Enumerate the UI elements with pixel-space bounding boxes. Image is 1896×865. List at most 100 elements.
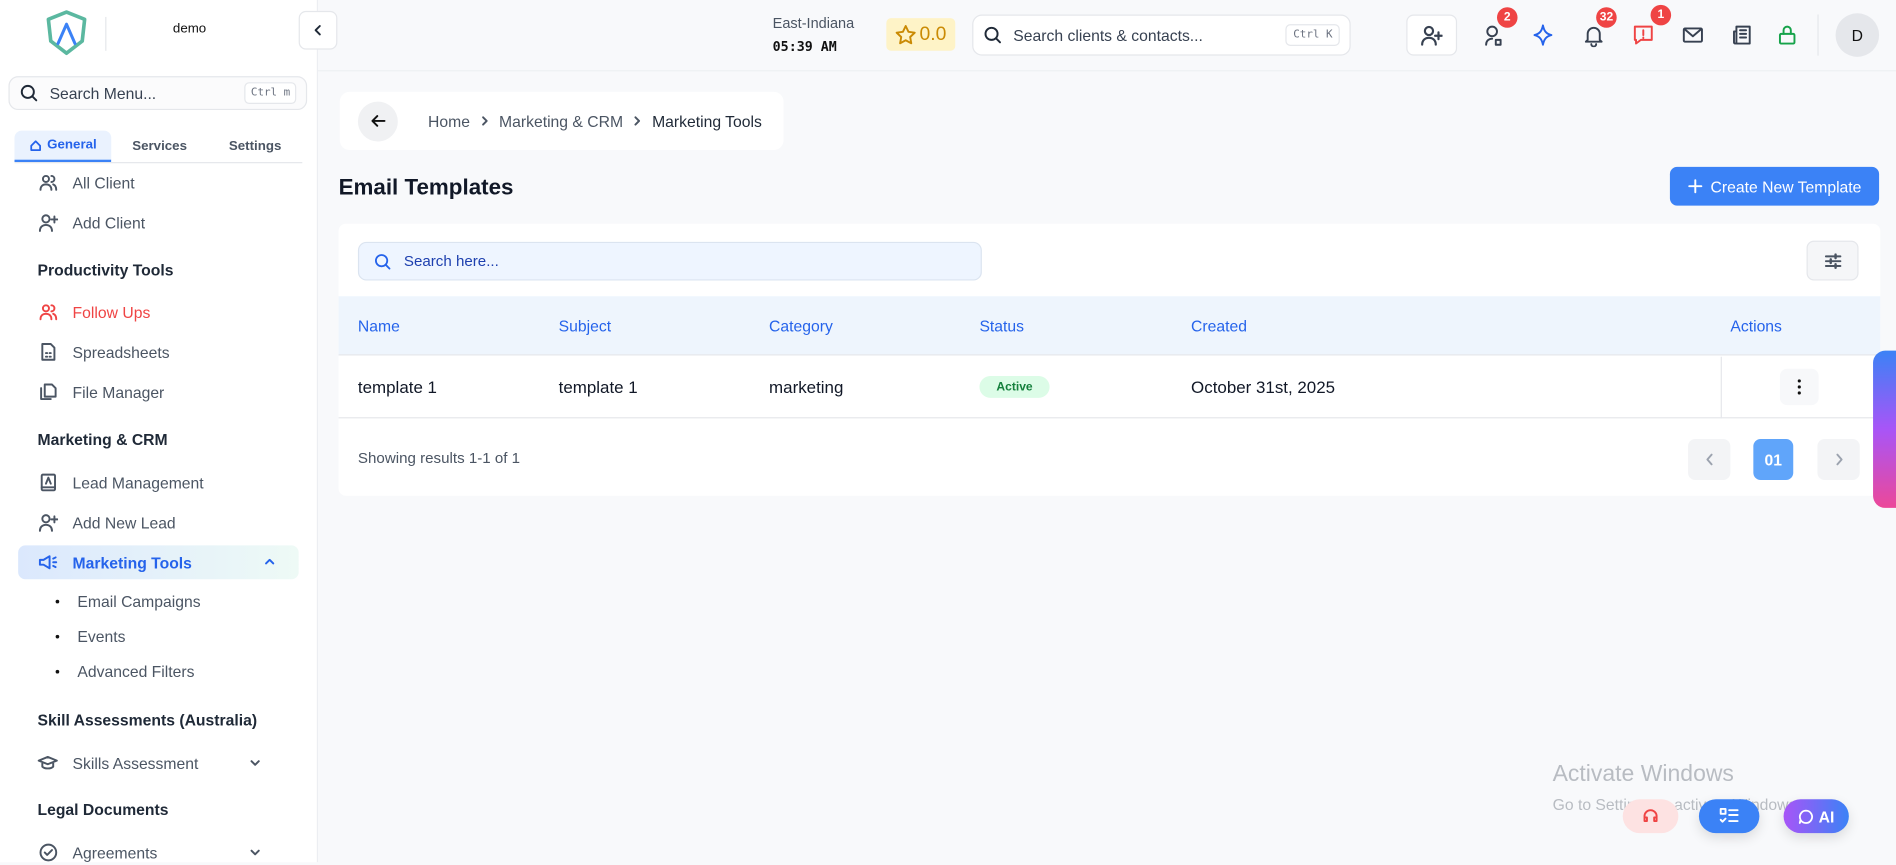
label: Skills Assessment [72, 753, 199, 773]
rating-badge[interactable]: 0.0 [886, 18, 956, 51]
column-header-category[interactable]: Category [769, 317, 833, 335]
cell-category: marketing [769, 377, 844, 397]
column-header-status[interactable]: Status [979, 317, 1024, 335]
label: Email Campaigns [77, 592, 201, 611]
menu-search-input[interactable]: Search Menu... Ctrl m [8, 76, 308, 111]
user-plus-icon [37, 512, 58, 533]
label: Lead Management [72, 473, 204, 492]
divider [1817, 14, 1819, 56]
plus-icon [1687, 179, 1703, 194]
breadcrumb: Home Marketing & CRM Marketing Tools [339, 91, 784, 150]
sidebar-item-add-new-lead[interactable]: Add New Lead [37, 510, 176, 534]
label: Add Client [72, 213, 146, 232]
users-icon [37, 302, 58, 323]
page-button-current[interactable]: 01 [1753, 438, 1794, 481]
badge: 1 [1650, 4, 1672, 26]
sidebar-subitem-email-campaigns[interactable]: Email Campaigns [56, 592, 201, 611]
label: All Client [72, 173, 135, 192]
status-badge: Active [979, 376, 1050, 398]
label: Follow Ups [72, 302, 151, 322]
divider [105, 16, 107, 51]
breadcrumb-marketing-crm[interactable]: Marketing & CRM [499, 112, 623, 130]
message-alert-icon [1631, 23, 1655, 47]
menu-search-placeholder: Search Menu... [49, 84, 157, 103]
next-page-button[interactable] [1817, 438, 1860, 481]
sidebar-item-add-client[interactable]: Add Client [37, 210, 145, 234]
label: Marketing Tools [72, 553, 192, 572]
filter-button[interactable] [1806, 240, 1859, 281]
sidebar: demo Search Menu... Ctrl m General Servi… [0, 0, 319, 864]
tab-general[interactable]: General [14, 130, 112, 163]
collapse-sidebar-button[interactable] [298, 10, 338, 50]
sidebar-item-follow-ups[interactable]: Follow Ups [37, 300, 150, 324]
support-button[interactable] [1622, 799, 1679, 834]
sidebar-item-agreements[interactable]: Agreements [37, 840, 279, 864]
side-drawer-handle[interactable] [1873, 350, 1896, 508]
chat-icon [1798, 808, 1814, 824]
user-plus-icon [1421, 24, 1443, 46]
sidebar-item-lead-management[interactable]: Lead Management [37, 470, 204, 494]
mail-icon [1681, 23, 1705, 47]
column-header-subject[interactable]: Subject [559, 317, 611, 335]
label: Events [77, 627, 126, 646]
results-summary: Showing results 1-1 of 1 [357, 449, 521, 467]
timezone: East-Indiana [772, 14, 855, 32]
back-button[interactable] [357, 100, 398, 141]
cell-subject: template 1 [558, 377, 638, 397]
user-plus-icon [37, 212, 58, 233]
ai-assistant-button[interactable]: AI [1783, 799, 1849, 834]
add-contact-button[interactable] [1406, 14, 1458, 56]
chevron-up-icon [262, 554, 277, 569]
messages-button[interactable]: 1 [1631, 4, 1672, 47]
row-actions-button[interactable] [1779, 368, 1819, 406]
button-label: AI [1818, 807, 1835, 826]
tabs-divider [14, 162, 303, 164]
sidebar-item-skills-assessment[interactable]: Skills Assessment [37, 751, 279, 775]
contact-book-icon [37, 472, 58, 493]
lock-icon [1775, 23, 1799, 47]
contacts-button[interactable]: 2 [1481, 7, 1518, 47]
lock-button[interactable] [1775, 23, 1799, 47]
tab-label: General [47, 137, 97, 153]
sidebar-item-spreadsheets[interactable]: Spreadsheets [37, 340, 170, 364]
tab-settings[interactable]: Settings [208, 131, 302, 162]
user-avatar[interactable]: D [1835, 13, 1880, 57]
create-template-button[interactable]: Create New Template [1669, 166, 1880, 206]
cell-name: template 1 [357, 377, 437, 397]
tab-services[interactable]: Services [111, 131, 208, 162]
label: Agreements [72, 843, 158, 862]
news-button[interactable] [1730, 23, 1754, 47]
notifications-button[interactable]: 32 [1582, 7, 1617, 48]
mail-button[interactable] [1681, 23, 1705, 47]
search-icon [983, 25, 1002, 44]
page-title: Email Templates [338, 174, 514, 200]
home-icon [29, 138, 42, 151]
section-heading: Productivity Tools [37, 261, 174, 280]
chevron-right-icon [1833, 452, 1845, 467]
breadcrumb-home[interactable]: Home [428, 112, 470, 130]
arrow-left-icon [368, 111, 387, 130]
star-icon [895, 24, 917, 46]
column-header-created[interactable]: Created [1191, 317, 1247, 335]
badge: 2 [1496, 7, 1518, 28]
template-search-input[interactable]: Search here... [357, 241, 982, 281]
global-search-input[interactable]: Search clients & contacts... Ctrl K [972, 14, 1351, 56]
search-icon [19, 83, 38, 102]
sidebar-item-file-manager[interactable]: File Manager [37, 380, 164, 404]
tasks-button[interactable] [1698, 799, 1760, 834]
sidebar-subitem-advanced-filters[interactable]: Advanced Filters [56, 663, 194, 681]
sidebar-item-all-client[interactable]: All Client [37, 170, 135, 194]
cell-created: October 31st, 2025 [1191, 377, 1336, 397]
more-vertical-icon [1797, 378, 1802, 395]
headset-icon [1642, 808, 1659, 825]
chevron-left-icon [311, 23, 326, 38]
column-header-name[interactable]: Name [358, 317, 400, 335]
sidebar-subitem-events[interactable]: Events [56, 627, 126, 646]
section-heading: Skill Assessments (Australia) [37, 711, 258, 730]
shortcut-hint: Ctrl m [244, 82, 297, 104]
section-heading: Legal Documents [37, 800, 169, 819]
sidebar-item-marketing-tools[interactable]: Marketing Tools [18, 545, 299, 580]
ai-sparkle-button[interactable] [1531, 23, 1555, 47]
prev-page-button[interactable] [1688, 438, 1731, 481]
search-placeholder: Search clients & contacts... [1013, 25, 1203, 45]
